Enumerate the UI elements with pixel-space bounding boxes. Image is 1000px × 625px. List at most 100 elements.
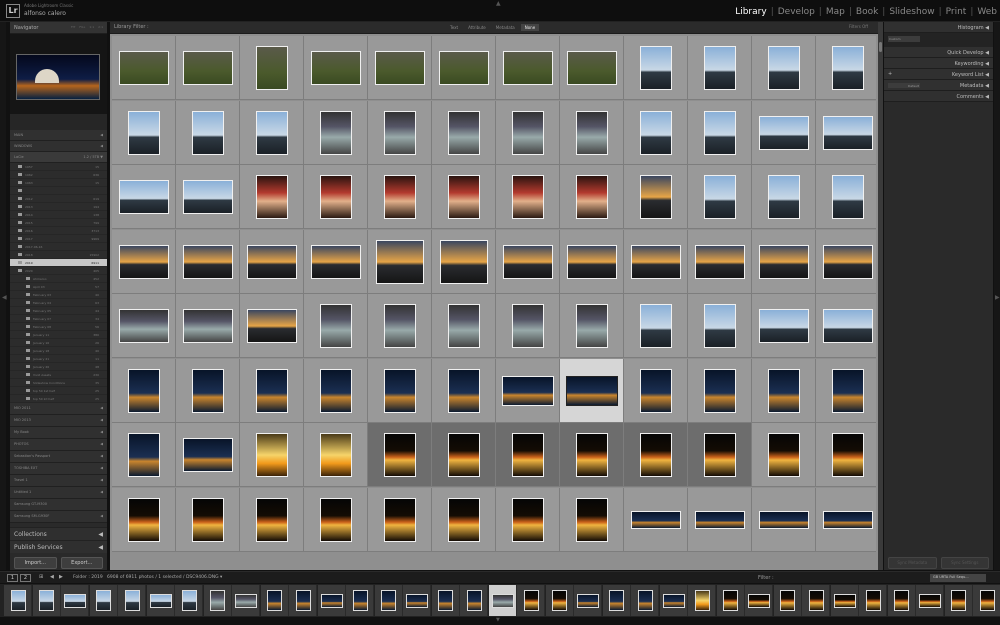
grid-cell[interactable] bbox=[368, 423, 432, 487]
filter-tab[interactable]: Attribute bbox=[464, 24, 490, 31]
grid-cell[interactable] bbox=[560, 423, 624, 487]
grid-cell[interactable] bbox=[816, 165, 876, 229]
photo-thumbnail[interactable] bbox=[759, 510, 809, 529]
filmstrip-cell[interactable] bbox=[716, 585, 745, 616]
filmstrip[interactable] bbox=[0, 584, 1000, 617]
subfolder-row[interactable]: top 50 1st half 25 bbox=[10, 387, 107, 395]
grid-cell[interactable] bbox=[560, 487, 624, 552]
panel-keywording[interactable]: Keywording ◀ bbox=[884, 58, 993, 69]
grid-cell[interactable] bbox=[368, 229, 432, 294]
photo-thumbnail[interactable] bbox=[320, 175, 352, 219]
grid-cell[interactable] bbox=[304, 165, 368, 229]
filmstrip-cell[interactable] bbox=[89, 585, 118, 616]
grid-cell[interactable] bbox=[624, 36, 688, 100]
folder-row[interactable]: 2015 799 bbox=[10, 219, 107, 227]
filmstrip-thumbnail[interactable] bbox=[149, 593, 172, 608]
grid-cell[interactable] bbox=[176, 423, 240, 487]
photo-thumbnail[interactable] bbox=[192, 368, 224, 413]
grid-cell[interactable] bbox=[624, 423, 688, 487]
grid-cell[interactable] bbox=[560, 100, 624, 165]
panel-quick-develop[interactable]: Quick Develop ◀ bbox=[884, 47, 993, 58]
metadata-preset-select[interactable]: Default bbox=[888, 83, 920, 88]
grid-cell[interactable] bbox=[176, 165, 240, 229]
photo-thumbnail[interactable] bbox=[768, 368, 800, 413]
grid-cell[interactable] bbox=[304, 36, 368, 100]
navigator-zoom-option[interactable]: 2:1 bbox=[98, 25, 103, 30]
grid-cell[interactable] bbox=[816, 358, 876, 423]
subfolder-row[interactable]: February 03 40 bbox=[10, 291, 107, 299]
grid-cell[interactable] bbox=[752, 294, 816, 358]
photo-thumbnail[interactable] bbox=[695, 510, 745, 529]
grid-cell[interactable] bbox=[304, 423, 368, 487]
grid-cell[interactable] bbox=[496, 358, 560, 423]
grid-cell[interactable] bbox=[624, 294, 688, 358]
photo-thumbnail[interactable] bbox=[448, 175, 480, 219]
grid-cell[interactable] bbox=[432, 36, 496, 100]
folder-row[interactable]: 1963 15 bbox=[10, 179, 107, 187]
grid-cell[interactable] bbox=[496, 36, 560, 100]
photo-thumbnail[interactable] bbox=[311, 51, 361, 85]
photo-thumbnail[interactable] bbox=[119, 51, 169, 85]
grid-cell[interactable] bbox=[304, 294, 368, 358]
folder-row[interactable]: 2013 194 bbox=[10, 203, 107, 211]
photo-thumbnail[interactable] bbox=[640, 110, 672, 155]
export-button[interactable]: Export... bbox=[60, 557, 103, 569]
photo-thumbnail[interactable] bbox=[311, 244, 361, 279]
photo-thumbnail[interactable] bbox=[384, 175, 416, 219]
filmstrip-thumbnail[interactable] bbox=[352, 590, 368, 611]
module-web[interactable]: Web bbox=[976, 7, 998, 17]
filmstrip-thumbnail[interactable] bbox=[552, 590, 567, 611]
navigator-zoom-option[interactable]: FIT bbox=[71, 25, 75, 30]
volume-row[interactable]: My Book ◀ bbox=[10, 427, 107, 439]
filter-preset-select[interactable]: GB URTA Full Sequ... bbox=[930, 574, 986, 582]
photo-thumbnail[interactable] bbox=[375, 51, 425, 85]
photo-thumbnail[interactable] bbox=[256, 110, 288, 155]
folder-row[interactable]: 2017-06-16 bbox=[10, 243, 107, 251]
grid-cell[interactable] bbox=[816, 487, 876, 552]
filter-preset[interactable]: Filters Off bbox=[849, 24, 868, 29]
photo-thumbnail[interactable] bbox=[759, 244, 809, 279]
subfolder-row[interactable]: February 07 34 bbox=[10, 315, 107, 323]
publish-services-panel-header[interactable]: Publish Services ◀ bbox=[10, 540, 107, 553]
filmstrip-thumbnail[interactable] bbox=[320, 593, 343, 608]
subfolder-row[interactable]: January 18 40 bbox=[10, 347, 107, 355]
photo-thumbnail[interactable] bbox=[502, 375, 554, 406]
volume-row[interactable]: Travel 1 ◀ bbox=[10, 475, 107, 487]
filmstrip-thumbnail[interactable] bbox=[609, 590, 624, 611]
navigator-preview[interactable] bbox=[10, 34, 107, 114]
filmstrip-thumbnail[interactable] bbox=[865, 590, 881, 611]
grid-cell[interactable] bbox=[432, 229, 496, 294]
photo-thumbnail[interactable] bbox=[576, 304, 608, 348]
filmstrip-cell[interactable] bbox=[175, 585, 203, 616]
photo-thumbnail[interactable] bbox=[768, 46, 800, 90]
filmstrip-cell[interactable] bbox=[545, 585, 574, 616]
grid-cell[interactable] bbox=[752, 229, 816, 294]
filmstrip-cell[interactable] bbox=[431, 585, 460, 616]
module-map[interactable]: Map bbox=[825, 7, 846, 17]
photo-thumbnail[interactable] bbox=[768, 433, 800, 477]
photo-thumbnail[interactable] bbox=[503, 244, 553, 279]
photo-thumbnail[interactable] bbox=[183, 244, 233, 279]
grid-cell[interactable] bbox=[816, 423, 876, 487]
photo-thumbnail[interactable] bbox=[576, 175, 608, 219]
filmstrip-thumbnail[interactable] bbox=[919, 593, 941, 608]
grid-cell[interactable] bbox=[240, 358, 304, 423]
grid-cell[interactable] bbox=[112, 100, 176, 165]
filmstrip-cell[interactable] bbox=[317, 585, 346, 616]
grid-cell[interactable] bbox=[496, 229, 560, 294]
subfolder-row[interactable]: April 03 57 bbox=[10, 283, 107, 291]
photo-thumbnail[interactable] bbox=[192, 110, 224, 155]
grid-cell[interactable] bbox=[752, 36, 816, 100]
photo-thumbnail[interactable] bbox=[448, 368, 480, 413]
grid-cell[interactable] bbox=[688, 36, 752, 100]
grid-cell[interactable] bbox=[688, 294, 752, 358]
volume-row[interactable]: Samsung GT-I9300 bbox=[10, 499, 107, 511]
filmstrip-thumbnail[interactable] bbox=[577, 593, 599, 608]
volume-row[interactable]: WINDOWS ◀ bbox=[10, 141, 107, 152]
module-library[interactable]: Library bbox=[734, 7, 767, 17]
filmstrip-thumbnail[interactable] bbox=[523, 590, 539, 611]
photo-thumbnail[interactable] bbox=[376, 239, 424, 284]
folder-row[interactable]: 2016 3713 bbox=[10, 227, 107, 235]
photo-thumbnail[interactable] bbox=[320, 433, 352, 477]
photo-thumbnail[interactable] bbox=[183, 438, 233, 472]
